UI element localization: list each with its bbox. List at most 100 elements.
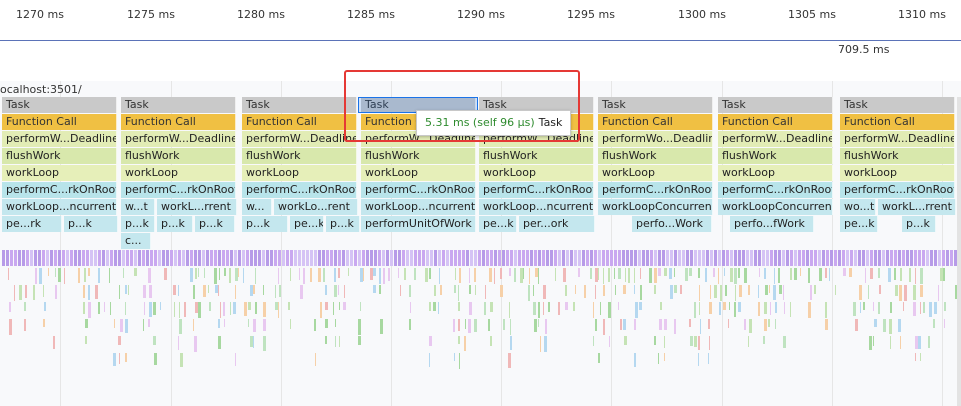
work-loop-concurrent-block[interactable]: workLoop...ncurrent [479, 199, 594, 215]
flush-work-block[interactable]: flushWork [361, 148, 476, 164]
perform-work-block[interactable]: performW...Deadline [242, 131, 357, 147]
flame-sliver [819, 268, 822, 281]
work-loop-block[interactable]: workLoop [242, 165, 357, 181]
work-loop-concurrent-block[interactable]: w... [242, 199, 272, 215]
flush-work-block[interactable]: flushWork [840, 148, 955, 164]
task-block[interactable]: Task [121, 97, 236, 113]
perform-unit-block[interactable]: p...k [326, 216, 360, 232]
work-loop-concurrent-block[interactable]: workLoop...ncurrent [2, 199, 117, 215]
flame-sliver [138, 250, 141, 266]
flame-sliver [55, 268, 56, 277]
perform-unit-block[interactable]: perfo...Work [632, 216, 712, 232]
flame-sliver [900, 336, 901, 349]
work-loop-block[interactable]: workLoop [361, 165, 476, 181]
work-loop-concurrent-block[interactable]: workL...rrent [157, 199, 237, 215]
task-block[interactable]: Task [840, 97, 955, 113]
perform-concurrent-block[interactable]: performC...rkOnRoot [598, 182, 713, 198]
work-loop-concurrent-block[interactable]: w...t [121, 199, 155, 215]
flame-sliver [550, 250, 553, 266]
perform-unit-block[interactable]: per...ork [519, 216, 595, 232]
work-loop-concurrent-block[interactable]: workLoopConcurrent [718, 199, 833, 215]
work-loop-concurrent-block[interactable]: workLo...rent [274, 199, 358, 215]
flame-sliver [640, 268, 641, 279]
flame-sliver [278, 250, 281, 266]
perform-unit-block[interactable]: pe...k [840, 216, 878, 232]
function-call-block[interactable]: Function Call [598, 114, 713, 130]
flame-sliver [689, 319, 691, 327]
flush-work-block[interactable]: flushWork [718, 148, 833, 164]
flame-sliver [822, 250, 825, 266]
perform-unit-block[interactable]: pe...k [290, 216, 324, 232]
task-block[interactable]: Task [2, 97, 117, 113]
flame-sliver [802, 250, 805, 266]
flame-sliver [110, 302, 111, 315]
perform-concurrent-block[interactable]: performC...rkOnRoot [361, 182, 476, 198]
flame-sliver [518, 250, 521, 266]
commit-block[interactable]: c... [121, 233, 151, 249]
flame-sliver [235, 285, 236, 299]
perform-unit-block[interactable]: pe...k [479, 216, 517, 232]
function-call-block[interactable]: Function Call [121, 114, 236, 130]
flame-sliver [310, 268, 312, 282]
timeline-ruler[interactable]: 1270 ms 1275 ms 1280 ms 1285 ms 1290 ms 1295 … [0, 0, 961, 31]
flame-sliver [573, 302, 575, 311]
perform-unit-block[interactable]: performUnitOfWork [361, 216, 476, 232]
ruler-tick-label: 1295 ms [567, 8, 615, 21]
flush-work-block[interactable]: flushWork [598, 148, 713, 164]
flame-sliver [774, 268, 775, 284]
perform-concurrent-block[interactable]: performC...rkOnRoot [121, 182, 236, 198]
function-call-block[interactable]: Function Call [2, 114, 117, 130]
perform-unit-block[interactable]: p...k [195, 216, 235, 232]
perform-work-block[interactable]: performW...Deadline [121, 131, 236, 147]
work-loop-block[interactable]: workLoop [121, 165, 236, 181]
perform-work-block[interactable]: performW...Deadline [2, 131, 117, 147]
work-loop-concurrent-block[interactable]: workLoopConcurrent [598, 199, 713, 215]
work-loop-block[interactable]: workLoop [598, 165, 713, 181]
flush-work-block[interactable]: flushWork [121, 148, 236, 164]
function-call-block[interactable]: Function Call [242, 114, 357, 130]
flame-chart[interactable]: Task Function Call performW...Deadline flus… [0, 97, 961, 406]
flush-work-block[interactable]: flushWork [2, 148, 117, 164]
flame-sliver [770, 302, 771, 315]
flame-sliver [685, 268, 688, 281]
perform-unit-block[interactable]: p...k [242, 216, 288, 232]
perform-concurrent-block[interactable]: performC...rkOnRoot [242, 182, 357, 198]
perform-unit-block[interactable]: perfo...fWork [730, 216, 814, 232]
flame-sliver [890, 302, 892, 313]
work-loop-concurrent-block[interactable]: workL...rrent [878, 199, 956, 215]
flame-sliver [590, 268, 592, 279]
perform-unit-block[interactable]: pe...rk [2, 216, 62, 232]
work-loop-concurrent-block[interactable]: wo...t [840, 199, 876, 215]
work-loop-block[interactable]: workLoop [840, 165, 955, 181]
function-call-block[interactable]: Function Call [718, 114, 833, 130]
flame-sliver [25, 285, 27, 298]
perform-unit-block[interactable]: p...k [64, 216, 118, 232]
work-loop-concurrent-block[interactable]: workLoop...ncurrent [361, 199, 476, 215]
perform-concurrent-block[interactable]: performC...rkOnRoot [718, 182, 833, 198]
task-block[interactable]: Task [598, 97, 713, 113]
perform-work-block[interactable]: performW...Deadline [840, 131, 955, 147]
flush-work-block[interactable]: flushWork [242, 148, 357, 164]
perform-concurrent-block[interactable]: performC...rkOnRoot [479, 182, 594, 198]
perform-concurrent-block[interactable]: performC...rkOnRoot [840, 182, 955, 198]
task-block[interactable]: Task [242, 97, 357, 113]
function-call-block[interactable]: Function Call [840, 114, 955, 130]
perform-work-block[interactable]: performW...Deadline [718, 131, 833, 147]
perform-unit-block[interactable]: p...k [157, 216, 193, 232]
flame-sliver [944, 302, 946, 311]
flame-sliver [34, 250, 37, 266]
perform-unit-block[interactable]: p...k [902, 216, 936, 232]
perform-unit-block[interactable]: p...k [121, 216, 155, 232]
flame-sliver [600, 302, 601, 315]
flame-sliver [410, 302, 411, 313]
work-loop-block[interactable]: workLoop [2, 165, 117, 181]
task-block[interactable]: Task [718, 97, 833, 113]
flame-sliver [130, 250, 133, 266]
work-loop-block[interactable]: workLoop [479, 165, 594, 181]
flame-sliver [900, 268, 902, 281]
perform-concurrent-block[interactable]: performC...rkOnRoot [2, 182, 117, 198]
work-loop-block[interactable]: workLoop [718, 165, 833, 181]
flush-work-block[interactable]: flushWork [479, 148, 594, 164]
flame-sliver [509, 268, 511, 276]
perform-work-block[interactable]: performWo...Deadline [598, 131, 713, 147]
